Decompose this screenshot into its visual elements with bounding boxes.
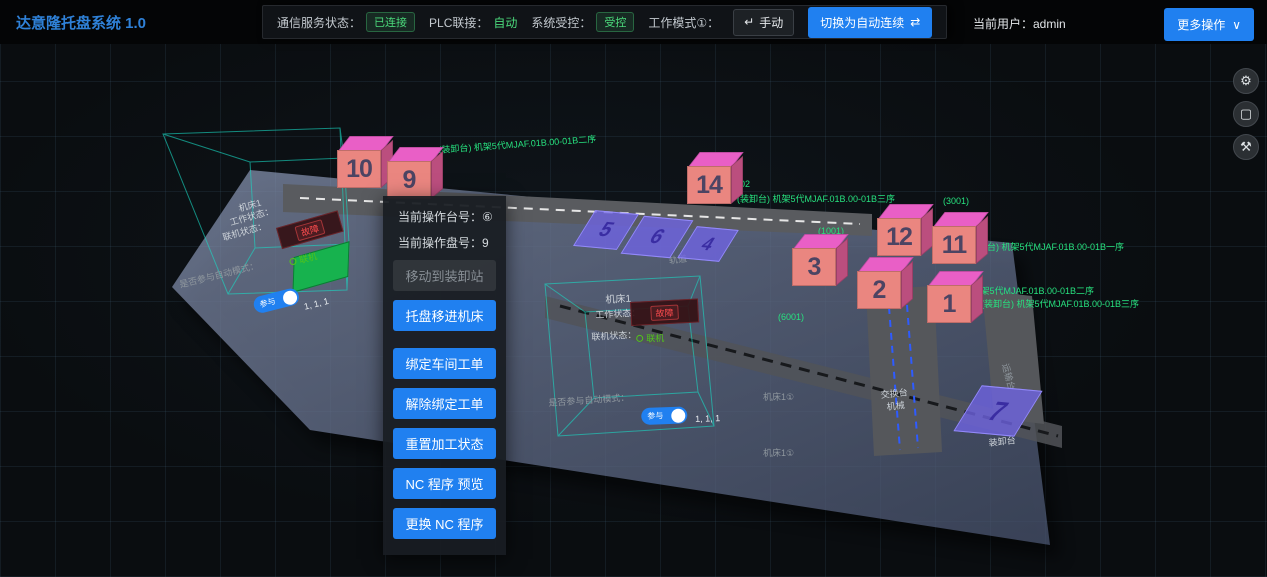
panel-button-0: 移动到装卸站 xyxy=(393,260,496,291)
scene-label-15: 联机状态： xyxy=(591,328,637,343)
scene-label-9: (6001) xyxy=(778,312,804,322)
pallet-cube-14[interactable]: 14 xyxy=(686,152,742,206)
toggle-knob xyxy=(281,289,298,306)
fault-status-box-0: 故障 xyxy=(276,210,344,249)
scene-objects: (装卸台) 机架5代MJAF.01B.00-01B二序B002(装卸台) 机架5… xyxy=(0,44,1267,577)
scene-label-17: 是否参与自动模式： xyxy=(548,390,630,409)
status-panel: 通信服务状态： 已连接 PLC联接： 自动 系统受控： 受控 工作模式①： ↵ … xyxy=(262,5,947,39)
pallet-cube-9[interactable]: 9 xyxy=(386,147,442,201)
pallet-cube-2[interactable]: 2 xyxy=(856,257,912,311)
app-title: 达意隆托盘系统 1.0 xyxy=(16,12,146,33)
scene-label-22: 机床1① xyxy=(763,446,794,459)
plc-status-label: PLC联接： xyxy=(429,14,488,31)
station-tile-7[interactable]: 7 xyxy=(953,385,1042,436)
toggle-knob xyxy=(671,408,685,422)
pallet-cube-1[interactable]: 1 xyxy=(926,271,982,325)
auto-mode-toggle-1[interactable]: 参与 xyxy=(641,406,688,425)
scene-label-2: (装卸台) 机架5代MJAF.01B.00-01B三序 xyxy=(737,192,895,205)
return-icon: ↵ xyxy=(744,15,754,29)
current-station-label: 当前操作台号：⑥ xyxy=(393,208,496,225)
comm-status-label: 通信服务状态： xyxy=(277,14,361,31)
scene-label-3: (3001) xyxy=(943,196,969,206)
pallet-cube-3[interactable]: 3 xyxy=(791,234,847,288)
cube-side-face xyxy=(901,261,913,309)
toggle-label: 参与 xyxy=(647,410,663,422)
auto-mode-toggle-0[interactable]: 参与 xyxy=(252,287,301,315)
manual-mode-label: 手动 xyxy=(759,14,783,31)
fault-badge: 故障 xyxy=(650,304,679,320)
cube-side-face xyxy=(976,216,988,264)
cube-number: 9 xyxy=(387,161,431,199)
cube-side-face xyxy=(971,275,983,323)
top-bar: 达意隆托盘系统 1.0 通信服务状态： 已连接 PLC联接： 自动 系统受控： … xyxy=(0,0,1267,44)
scene-label-26: 机械 xyxy=(886,398,905,413)
panel-button-2[interactable]: 绑定车间工单 xyxy=(393,348,496,379)
cube-number: 2 xyxy=(857,271,901,309)
control-status: 系统受控： 受控 xyxy=(531,12,634,32)
chevron-down-icon: ∨ xyxy=(1232,18,1241,32)
online-status-0: 联机 xyxy=(288,249,318,268)
scene-label-8: (装卸台) 机架5代MJAF.01B.00-01B三序 xyxy=(981,297,1139,310)
cube-side-face xyxy=(431,151,443,199)
switch-icon: ⇄ xyxy=(910,15,920,29)
more-actions-label: 更多操作 xyxy=(1177,16,1225,33)
cube-side-face xyxy=(836,238,848,286)
scene-label-6: (装卸台) 机架5代MJAF.01B.00-01B一序 xyxy=(966,240,1124,253)
pallet-cube-12[interactable]: 12 xyxy=(876,204,932,258)
panel-button-4[interactable]: 重置加工状态 xyxy=(393,428,496,459)
fab-view-cube-button[interactable]: ▢ xyxy=(1233,101,1259,127)
cube-number: 3 xyxy=(792,248,836,286)
fault-badge: 故障 xyxy=(294,219,325,241)
current-pallet-label: 当前操作盘号：9 xyxy=(393,234,496,251)
context-menu: 当前操作台号：⑥ 当前操作盘号：9 移动到装卸站托盘移进机床绑定车间工单解除绑定… xyxy=(383,196,506,555)
view-cube-icon: ▢ xyxy=(1240,106,1252,122)
fault-status-box-1: 故障 xyxy=(630,298,699,326)
online-status-1: 联机 xyxy=(636,331,664,345)
online-label: 联机 xyxy=(298,249,319,266)
scene-label-13: 机床1 xyxy=(605,290,631,306)
switch-auto-button[interactable]: 切换为自动连续 ⇄ xyxy=(808,7,932,38)
comm-status: 通信服务状态： 已连接 xyxy=(277,12,415,32)
cube-number: 10 xyxy=(337,150,381,188)
link-icon xyxy=(289,257,297,265)
cube-number: 14 xyxy=(687,166,731,204)
cube-side-face xyxy=(731,156,743,204)
comm-status-badge: 已连接 xyxy=(366,12,415,32)
fab-tools-button[interactable]: ⚒ xyxy=(1233,134,1259,160)
manual-mode-button[interactable]: ↵ 手动 xyxy=(733,9,794,36)
panel-button-5[interactable]: NC 程序 预览 xyxy=(393,468,496,499)
control-status-label: 系统受控： xyxy=(531,14,591,31)
toggle-label: 参与 xyxy=(259,296,277,311)
pallet-cube-11[interactable]: 11 xyxy=(931,212,987,266)
panel-button-3[interactable]: 解除绑定工单 xyxy=(393,388,496,419)
panel-button-6[interactable]: 更换 NC 程序 xyxy=(393,508,496,539)
control-status-badge: 受控 xyxy=(596,12,634,32)
current-user: 当前用户：admin xyxy=(973,15,1066,32)
scene-label-21: 机床1① xyxy=(763,390,794,403)
scene-label-0: (装卸台) 机架5代MJAF.01B.00-01B二序 xyxy=(438,132,597,156)
switch-auto-label: 切换为自动连续 xyxy=(820,14,904,31)
tools-icon: ⚒ xyxy=(1240,139,1252,155)
scene-label-19: 1, 1, 1 xyxy=(695,413,720,424)
floating-actions: ⚙ ▢ ⚒ xyxy=(1233,68,1259,160)
panel-buttons: 移动到装卸站托盘移进机床绑定车间工单解除绑定工单重置加工状态 NC 程序 预览更换… xyxy=(393,260,496,539)
fab-settings-button[interactable]: ⚙ xyxy=(1233,68,1259,94)
cube-number: 12 xyxy=(877,218,921,256)
scene-label-18: 1, 1, 1 xyxy=(303,296,330,312)
settings-icon: ⚙ xyxy=(1240,73,1252,89)
scene-label-16: 是否参与自动模式： xyxy=(178,258,260,290)
more-actions-button[interactable]: 更多操作 ∨ xyxy=(1164,8,1254,41)
cube-number: 11 xyxy=(932,226,976,264)
link-icon xyxy=(636,335,643,342)
plc-status-value: 自动 xyxy=(493,14,517,31)
work-mode-label: 工作模式①： xyxy=(648,14,719,31)
scene-3d: (装卸台) 机架5代MJAF.01B.00-01B二序B002(装卸台) 机架5… xyxy=(0,44,1267,577)
online-label: 联机 xyxy=(646,331,664,345)
cube-number: 1 xyxy=(927,285,971,323)
work-mode: 工作模式①： xyxy=(648,14,719,31)
plc-status: PLC联接： 自动 xyxy=(429,14,517,31)
pallet-cube-10[interactable]: 10 xyxy=(336,136,392,190)
panel-button-1[interactable]: 托盘移进机床 xyxy=(393,300,496,331)
